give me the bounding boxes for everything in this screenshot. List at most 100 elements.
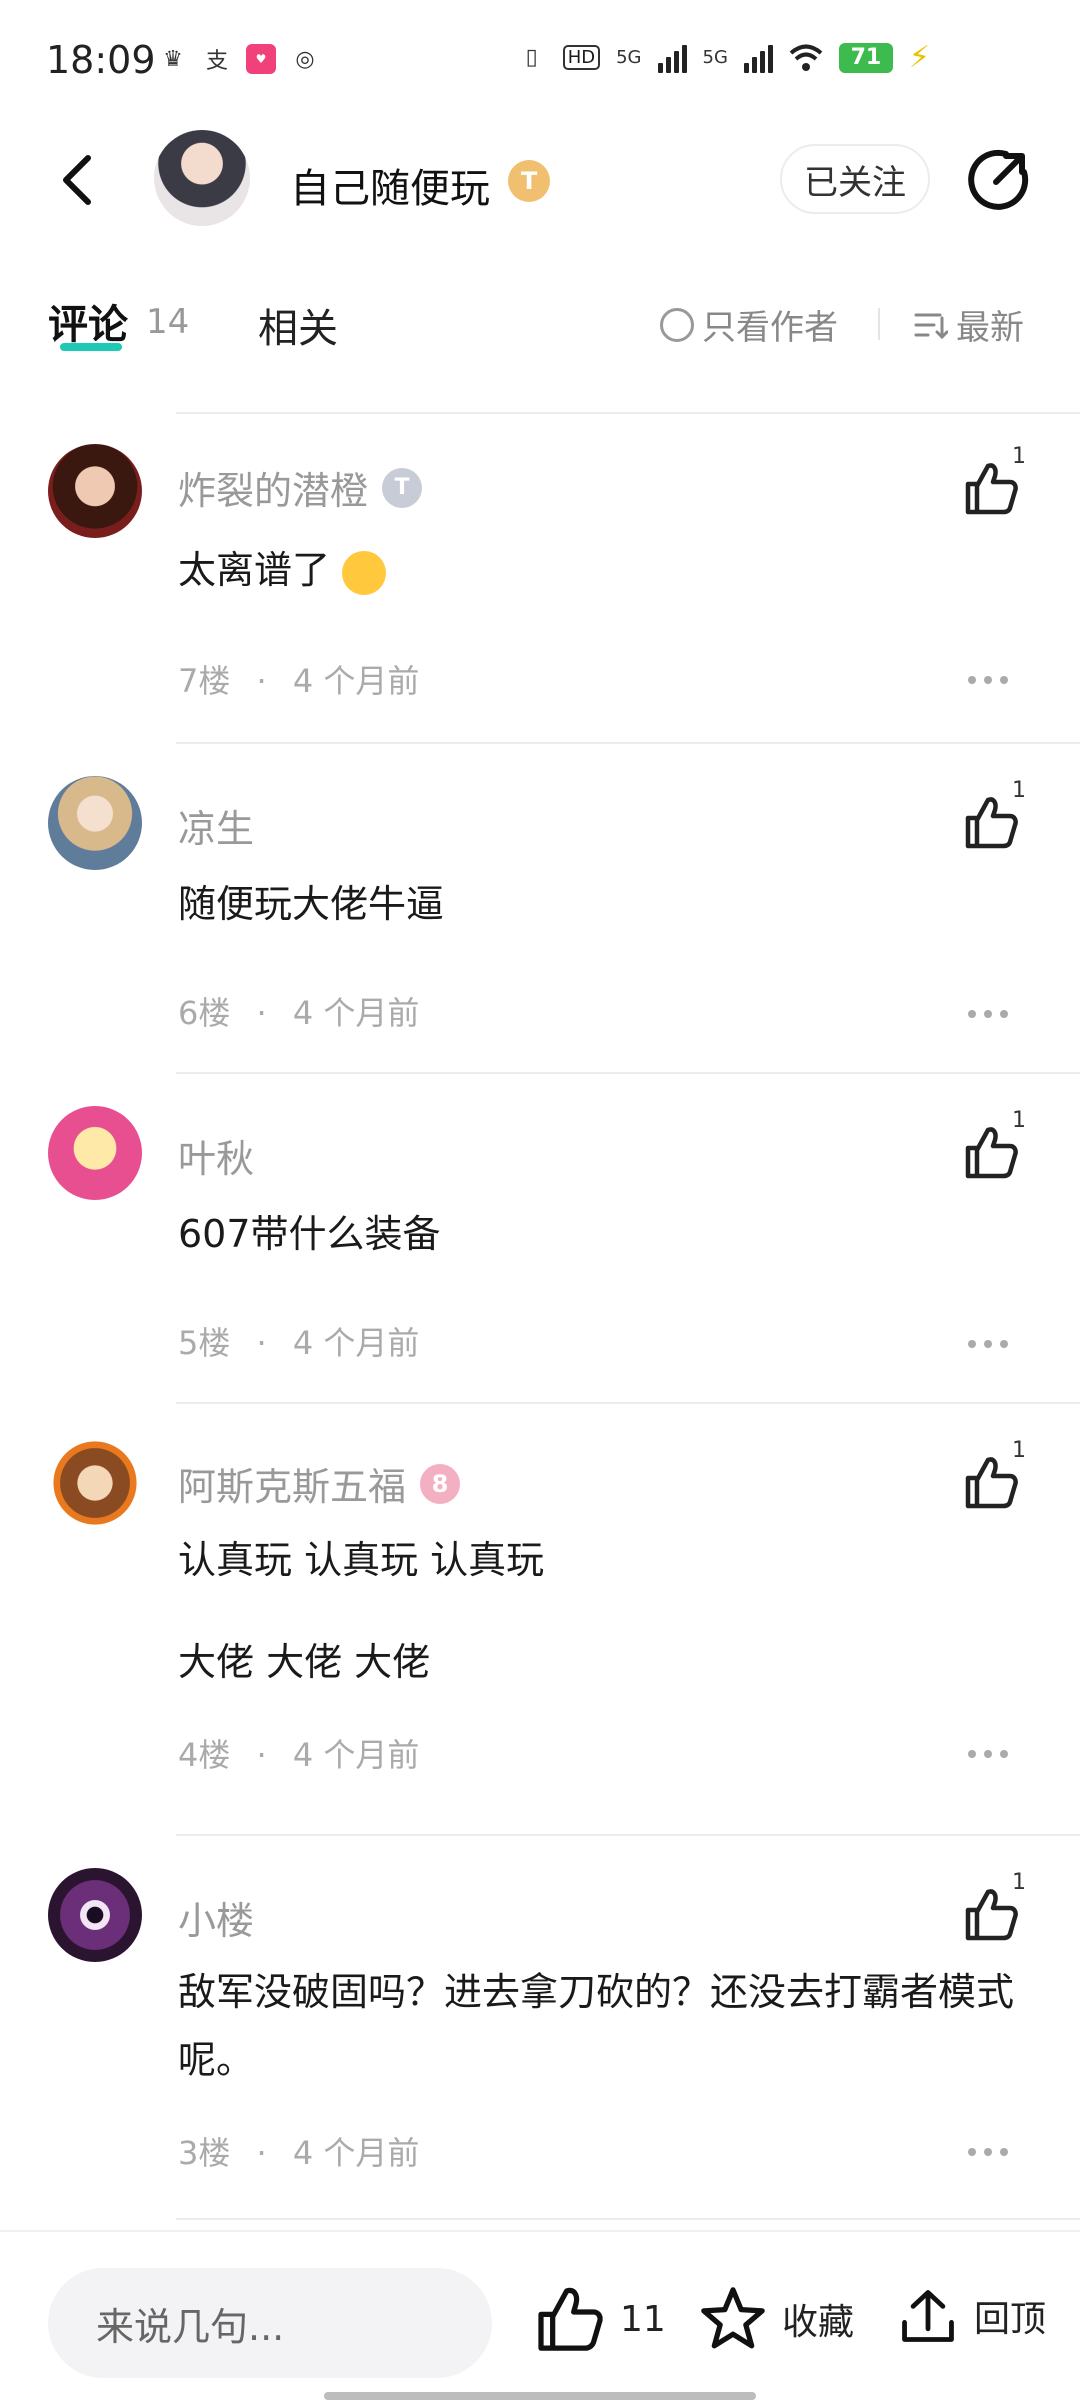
alipay-icon: 支 xyxy=(205,49,228,74)
signal-icon-2 xyxy=(743,43,773,73)
comment-text: 认真玩 认真玩 认真玩 xyxy=(178,1538,545,1582)
status-time: 18:09 xyxy=(46,38,156,82)
more-options-button[interactable] xyxy=(968,1744,1008,1764)
level-badge: 8 xyxy=(420,1463,461,1504)
thumbs-up-icon[interactable] xyxy=(960,1122,1020,1182)
like-total: 11 xyxy=(620,2298,666,2340)
comment-time: 4 个月前 xyxy=(292,1324,420,1362)
charging-icon: ⚡ xyxy=(908,40,930,75)
top-label: 回顶 xyxy=(974,2299,1047,2340)
upload-arrow-icon xyxy=(902,2290,954,2342)
follow-button[interactable]: 已关注 xyxy=(780,144,930,214)
signal-icon xyxy=(657,43,687,73)
author-name[interactable]: 自己随便玩 xyxy=(290,156,490,214)
more-options-button[interactable] xyxy=(968,670,1008,690)
more-options-button[interactable] xyxy=(968,2142,1008,2162)
comment-text-content: 太离谱了 xyxy=(178,548,331,592)
comment-text: 太离谱了 xyxy=(178,536,1038,604)
floor-number: 7楼 xyxy=(178,662,231,700)
meta-dot: · xyxy=(256,994,267,1032)
floor-number: 4楼 xyxy=(178,1736,231,1774)
author-only-label: 只看作者 xyxy=(702,308,838,348)
vibrate-icon: ▯ xyxy=(525,45,538,70)
author-avatar[interactable] xyxy=(154,130,250,226)
like-count: 1 xyxy=(1012,1108,1026,1133)
divider xyxy=(176,412,1080,414)
comment-text-line-2: 大佬 大佬 大佬 xyxy=(178,1640,431,1684)
back-button[interactable] xyxy=(50,150,110,210)
active-tab-indicator xyxy=(60,343,122,351)
commenter-avatar[interactable] xyxy=(48,1436,142,1530)
more-options-button[interactable] xyxy=(968,1004,1008,1024)
comment-time: 4 个月前 xyxy=(292,2134,420,2172)
tab-bar: 评论 14 相关 只看作者 最新 xyxy=(0,280,1080,370)
divider xyxy=(176,1072,1080,1074)
meta-dot: · xyxy=(256,2134,267,2172)
favorite-button[interactable]: 收藏 xyxy=(698,2284,854,2354)
more-options-button[interactable] xyxy=(968,1334,1008,1354)
floor-number: 5楼 xyxy=(178,1324,231,1362)
sort-button[interactable]: 最新 xyxy=(914,300,1024,349)
comment-meta: 3楼 · 4 个月前 xyxy=(178,2128,419,2174)
comment-meta: 6楼 · 4 个月前 xyxy=(178,988,419,1034)
comments-count: 14 xyxy=(146,302,190,342)
tab-related[interactable]: 相关 xyxy=(258,296,338,354)
radio-circle-icon xyxy=(660,307,694,342)
like-count: 1 xyxy=(1012,444,1026,469)
comment-header: 阿斯克斯五福 8 xyxy=(178,1456,461,1511)
meta-dot: · xyxy=(256,1736,267,1774)
comment-time: 4 个月前 xyxy=(292,662,420,700)
commenter-name[interactable]: 凉生 xyxy=(178,798,254,853)
sort-label: 最新 xyxy=(956,308,1024,348)
wifi-icon xyxy=(789,44,823,71)
level-badge: T xyxy=(382,467,423,508)
floor-number: 6楼 xyxy=(178,994,231,1032)
comment-time: 4 个月前 xyxy=(292,994,420,1032)
notification-icons: ♛ 支 ♥ ◎ xyxy=(158,44,320,74)
star-icon xyxy=(701,2287,765,2349)
comment-time: 4 个月前 xyxy=(292,1736,420,1774)
comment-input[interactable]: 来说几句... xyxy=(48,2268,492,2378)
commenter-name[interactable]: 小楼 xyxy=(178,1890,254,1945)
netease-icon: ◎ xyxy=(295,46,315,72)
thumbs-up-icon[interactable] xyxy=(960,1452,1020,1512)
divider xyxy=(176,742,1080,744)
app-notification-icon: ♥ xyxy=(246,44,276,74)
like-count: 1 xyxy=(1012,778,1026,803)
floor-number: 3楼 xyxy=(178,2134,231,2172)
top-header: 自己随便玩 T 已关注 xyxy=(0,120,1080,240)
drooling-emoji-icon xyxy=(342,550,387,595)
share-button[interactable] xyxy=(966,146,1032,212)
comment-meta: 4楼 · 4 个月前 xyxy=(178,1730,419,1776)
commenter-avatar[interactable] xyxy=(48,1868,142,1962)
crown-icon: ♛ xyxy=(163,46,183,72)
meta-dot: · xyxy=(256,1324,267,1362)
divider xyxy=(176,2218,1080,2220)
thumbs-up-icon[interactable] xyxy=(960,1884,1020,1944)
commenter-name[interactable]: 阿斯克斯五福 xyxy=(178,1456,406,1511)
comment-header: 叶秋 xyxy=(178,1128,254,1183)
thumbs-up-icon[interactable] xyxy=(960,458,1020,518)
comment-header: 凉生 xyxy=(178,798,254,853)
author-only-toggle[interactable]: 只看作者 xyxy=(660,300,838,349)
bottom-action-bar: 来说几句... 11 收藏 回顶 xyxy=(0,2230,1080,2408)
back-to-top-button[interactable]: 回顶 xyxy=(896,2284,1046,2348)
commenter-name[interactable]: 叶秋 xyxy=(178,1128,254,1183)
tab-comments[interactable]: 评论 xyxy=(48,292,128,350)
comment-meta: 5楼 · 4 个月前 xyxy=(178,1318,419,1364)
divider xyxy=(176,1402,1080,1404)
thumbs-up-icon[interactable] xyxy=(960,792,1020,852)
like-count: 1 xyxy=(1012,1870,1026,1895)
thumbs-up-icon xyxy=(538,2287,603,2351)
hd-icon: HD xyxy=(562,45,601,70)
home-indicator[interactable] xyxy=(324,2392,756,2400)
divider xyxy=(176,1834,1080,1836)
commenter-avatar[interactable] xyxy=(48,776,142,870)
like-count: 1 xyxy=(1012,1438,1026,1463)
status-right-icons: ▯ HD 5G 5G 71 ⚡ xyxy=(517,40,930,75)
commenter-avatar[interactable] xyxy=(48,1106,142,1200)
like-button[interactable]: 11 xyxy=(534,2284,666,2354)
commenter-name[interactable]: 炸裂的潜橙 xyxy=(178,460,368,515)
divider xyxy=(878,308,880,340)
commenter-avatar[interactable] xyxy=(48,444,142,538)
